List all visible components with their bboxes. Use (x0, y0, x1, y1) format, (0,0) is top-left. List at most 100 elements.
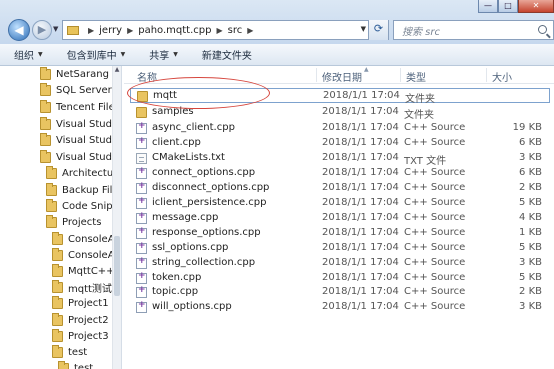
organize-label: 组织 (14, 51, 34, 62)
file-size: 6 KB (519, 137, 542, 148)
file-row[interactable]: string_collection.cpp 2018/1/1 17:04 C++… (130, 256, 550, 271)
chevron-down-icon[interactable]: ▼ (361, 25, 366, 33)
file-size: 3 KB (519, 301, 542, 312)
sidebar-item[interactable]: test (58, 360, 93, 369)
file-date: 2018/1/1 17:04 (322, 242, 399, 253)
new-folder-button[interactable]: 新建文件夹 (202, 47, 252, 62)
address-bar[interactable]: ▶ jerry ▶ paho.mqtt.cpp ▶ src ▶ ▼ ⟳ (62, 20, 389, 40)
sidebar-item[interactable]: mqtt测试 (52, 279, 112, 295)
sidebar-item[interactable]: ConsoleAp (52, 231, 121, 247)
column-header-size[interactable]: 大小 (492, 69, 512, 84)
search-input[interactable]: 搜索 src (393, 20, 554, 40)
file-type: C++ Source (404, 182, 466, 193)
sort-ascending-icon: ▲ (364, 66, 369, 73)
file-size: 2 KB (519, 286, 542, 297)
sidebar-item[interactable]: Visual Studio (40, 116, 121, 132)
file-row[interactable]: message.cpp 2018/1/1 17:04 C++ Source 4 … (130, 211, 550, 226)
folder-icon (40, 66, 51, 80)
sidebar-item[interactable]: Project1 (52, 295, 109, 311)
organize-menu[interactable]: 组织 ▼ (14, 47, 43, 62)
folder-icon (67, 25, 79, 35)
file-name: will_options.cpp (152, 301, 232, 312)
file-size: 2 KB (519, 182, 542, 193)
back-button[interactable]: ◀ (8, 19, 30, 41)
sidebar-item[interactable]: test (52, 344, 87, 360)
sidebar-item[interactable]: Tencent Files (40, 99, 120, 115)
refresh-icon[interactable]: ⟳ (368, 20, 388, 40)
sidebar-item[interactable]: Code Snipp (46, 198, 119, 214)
column-divider[interactable] (400, 68, 401, 82)
forward-button[interactable]: ▶ (32, 20, 52, 40)
include-in-library-label: 包含到库中 (66, 51, 117, 62)
file-type: C++ Source (404, 272, 466, 283)
folder-icon (52, 344, 63, 358)
cpp-file-icon (136, 181, 147, 194)
sidebar-item[interactable]: Visual Studio (40, 149, 121, 165)
sidebar-item[interactable]: NetSarang (40, 66, 109, 82)
sidebar-item[interactable]: ConsoleAp (52, 247, 121, 263)
sidebar-item-label: test (68, 346, 88, 358)
breadcrumb-separator-icon[interactable]: ▶ (127, 26, 133, 35)
file-row[interactable]: samples 2018/1/1 17:04 文件夹 (130, 105, 550, 121)
sidebar-item[interactable]: MqttC++ (52, 263, 115, 279)
breadcrumb-item-paho[interactable]: paho.mqtt.cpp (138, 25, 211, 36)
column-header-name[interactable]: 名称 (137, 69, 157, 84)
file-row[interactable]: disconnect_options.cpp 2018/1/1 17:04 C+… (130, 181, 550, 196)
file-row[interactable]: topic.cpp 2018/1/1 17:04 C++ Source 2 KB (130, 285, 550, 300)
minimize-button[interactable]: — (478, 0, 498, 13)
cpp-file-icon (136, 241, 147, 254)
file-row[interactable]: token.cpp 2018/1/1 17:04 C++ Source 5 KB (130, 271, 550, 286)
search-icon[interactable] (538, 25, 547, 34)
file-row[interactable]: iclient_persistence.cpp 2018/1/1 17:04 C… (130, 196, 550, 211)
file-row[interactable]: will_options.cpp 2018/1/1 17:04 C++ Sour… (130, 300, 550, 315)
breadcrumb-separator-icon[interactable]: ▶ (216, 26, 222, 35)
file-size: 3 KB (519, 152, 542, 163)
file-name: ssl_options.cpp (152, 242, 229, 253)
file-name: client.cpp (152, 137, 201, 148)
breadcrumb-item-jerry[interactable]: jerry (99, 25, 122, 36)
share-menu[interactable]: 共享 ▼ (149, 47, 178, 62)
column-header-date[interactable]: 修改日期 (322, 69, 362, 84)
recent-pages-dropdown[interactable]: ▼ (53, 25, 58, 33)
file-type: C++ Source (404, 197, 466, 208)
file-date: 2018/1/1 17:04 (322, 106, 399, 117)
breadcrumb-separator-icon[interactable]: ▶ (247, 26, 253, 35)
nav-scrollbar[interactable]: ▲ (112, 66, 121, 369)
file-row[interactable]: async_client.cpp 2018/1/1 17:04 C++ Sour… (130, 121, 550, 136)
sidebar-item[interactable]: Backup Files (46, 182, 121, 198)
scroll-up-icon[interactable]: ▲ (113, 66, 121, 76)
sidebar-item[interactable]: Visual Studio (40, 132, 121, 148)
file-row[interactable]: CMakeLists.txt 2018/1/1 17:04 TXT 文件 3 K… (130, 151, 550, 167)
column-divider[interactable] (316, 68, 317, 82)
file-name: async_client.cpp (152, 122, 235, 133)
sidebar-item[interactable]: Projects (46, 214, 101, 230)
breadcrumb-item-src[interactable]: src (228, 25, 243, 36)
file-name: message.cpp (152, 212, 219, 223)
file-row[interactable]: mqtt 2018/1/1 17:04 文件夹 (130, 88, 550, 105)
chevron-down-icon: ▼ (53, 25, 59, 33)
sidebar-item[interactable]: Architecture (46, 165, 121, 181)
close-button[interactable]: ✕ (518, 0, 554, 13)
sidebar-item-label: mqtt测试 (68, 283, 112, 295)
folder-icon (40, 132, 51, 146)
file-type: C++ Source (404, 257, 466, 268)
scrollbar-thumb[interactable] (114, 236, 120, 296)
file-row[interactable]: response_options.cpp 2018/1/1 17:04 C++ … (130, 226, 550, 241)
breadcrumb-separator-icon[interactable]: ▶ (88, 26, 94, 35)
file-row[interactable]: ssl_options.cpp 2018/1/1 17:04 C++ Sourc… (130, 241, 550, 256)
file-row[interactable]: connect_options.cpp 2018/1/1 17:04 C++ S… (130, 166, 550, 181)
column-divider[interactable] (486, 68, 487, 82)
sidebar-item[interactable]: Project3 (52, 328, 109, 344)
file-name: connect_options.cpp (152, 167, 256, 178)
sidebar-item[interactable]: Project2 (52, 312, 109, 328)
file-type: C++ Source (404, 212, 466, 223)
maximize-button[interactable]: □ (498, 0, 518, 13)
file-name: iclient_persistence.cpp (152, 197, 267, 208)
column-header-type[interactable]: 类型 (406, 69, 426, 84)
arrow-right-icon: ▶ (37, 23, 47, 36)
cpp-file-icon (136, 271, 147, 284)
include-in-library-menu[interactable]: 包含到库中 ▼ (67, 47, 126, 62)
chevron-down-icon: ▼ (38, 51, 43, 58)
file-row[interactable]: client.cpp 2018/1/1 17:04 C++ Source 6 K… (130, 136, 550, 151)
sidebar-item[interactable]: SQL Server M (40, 82, 121, 98)
